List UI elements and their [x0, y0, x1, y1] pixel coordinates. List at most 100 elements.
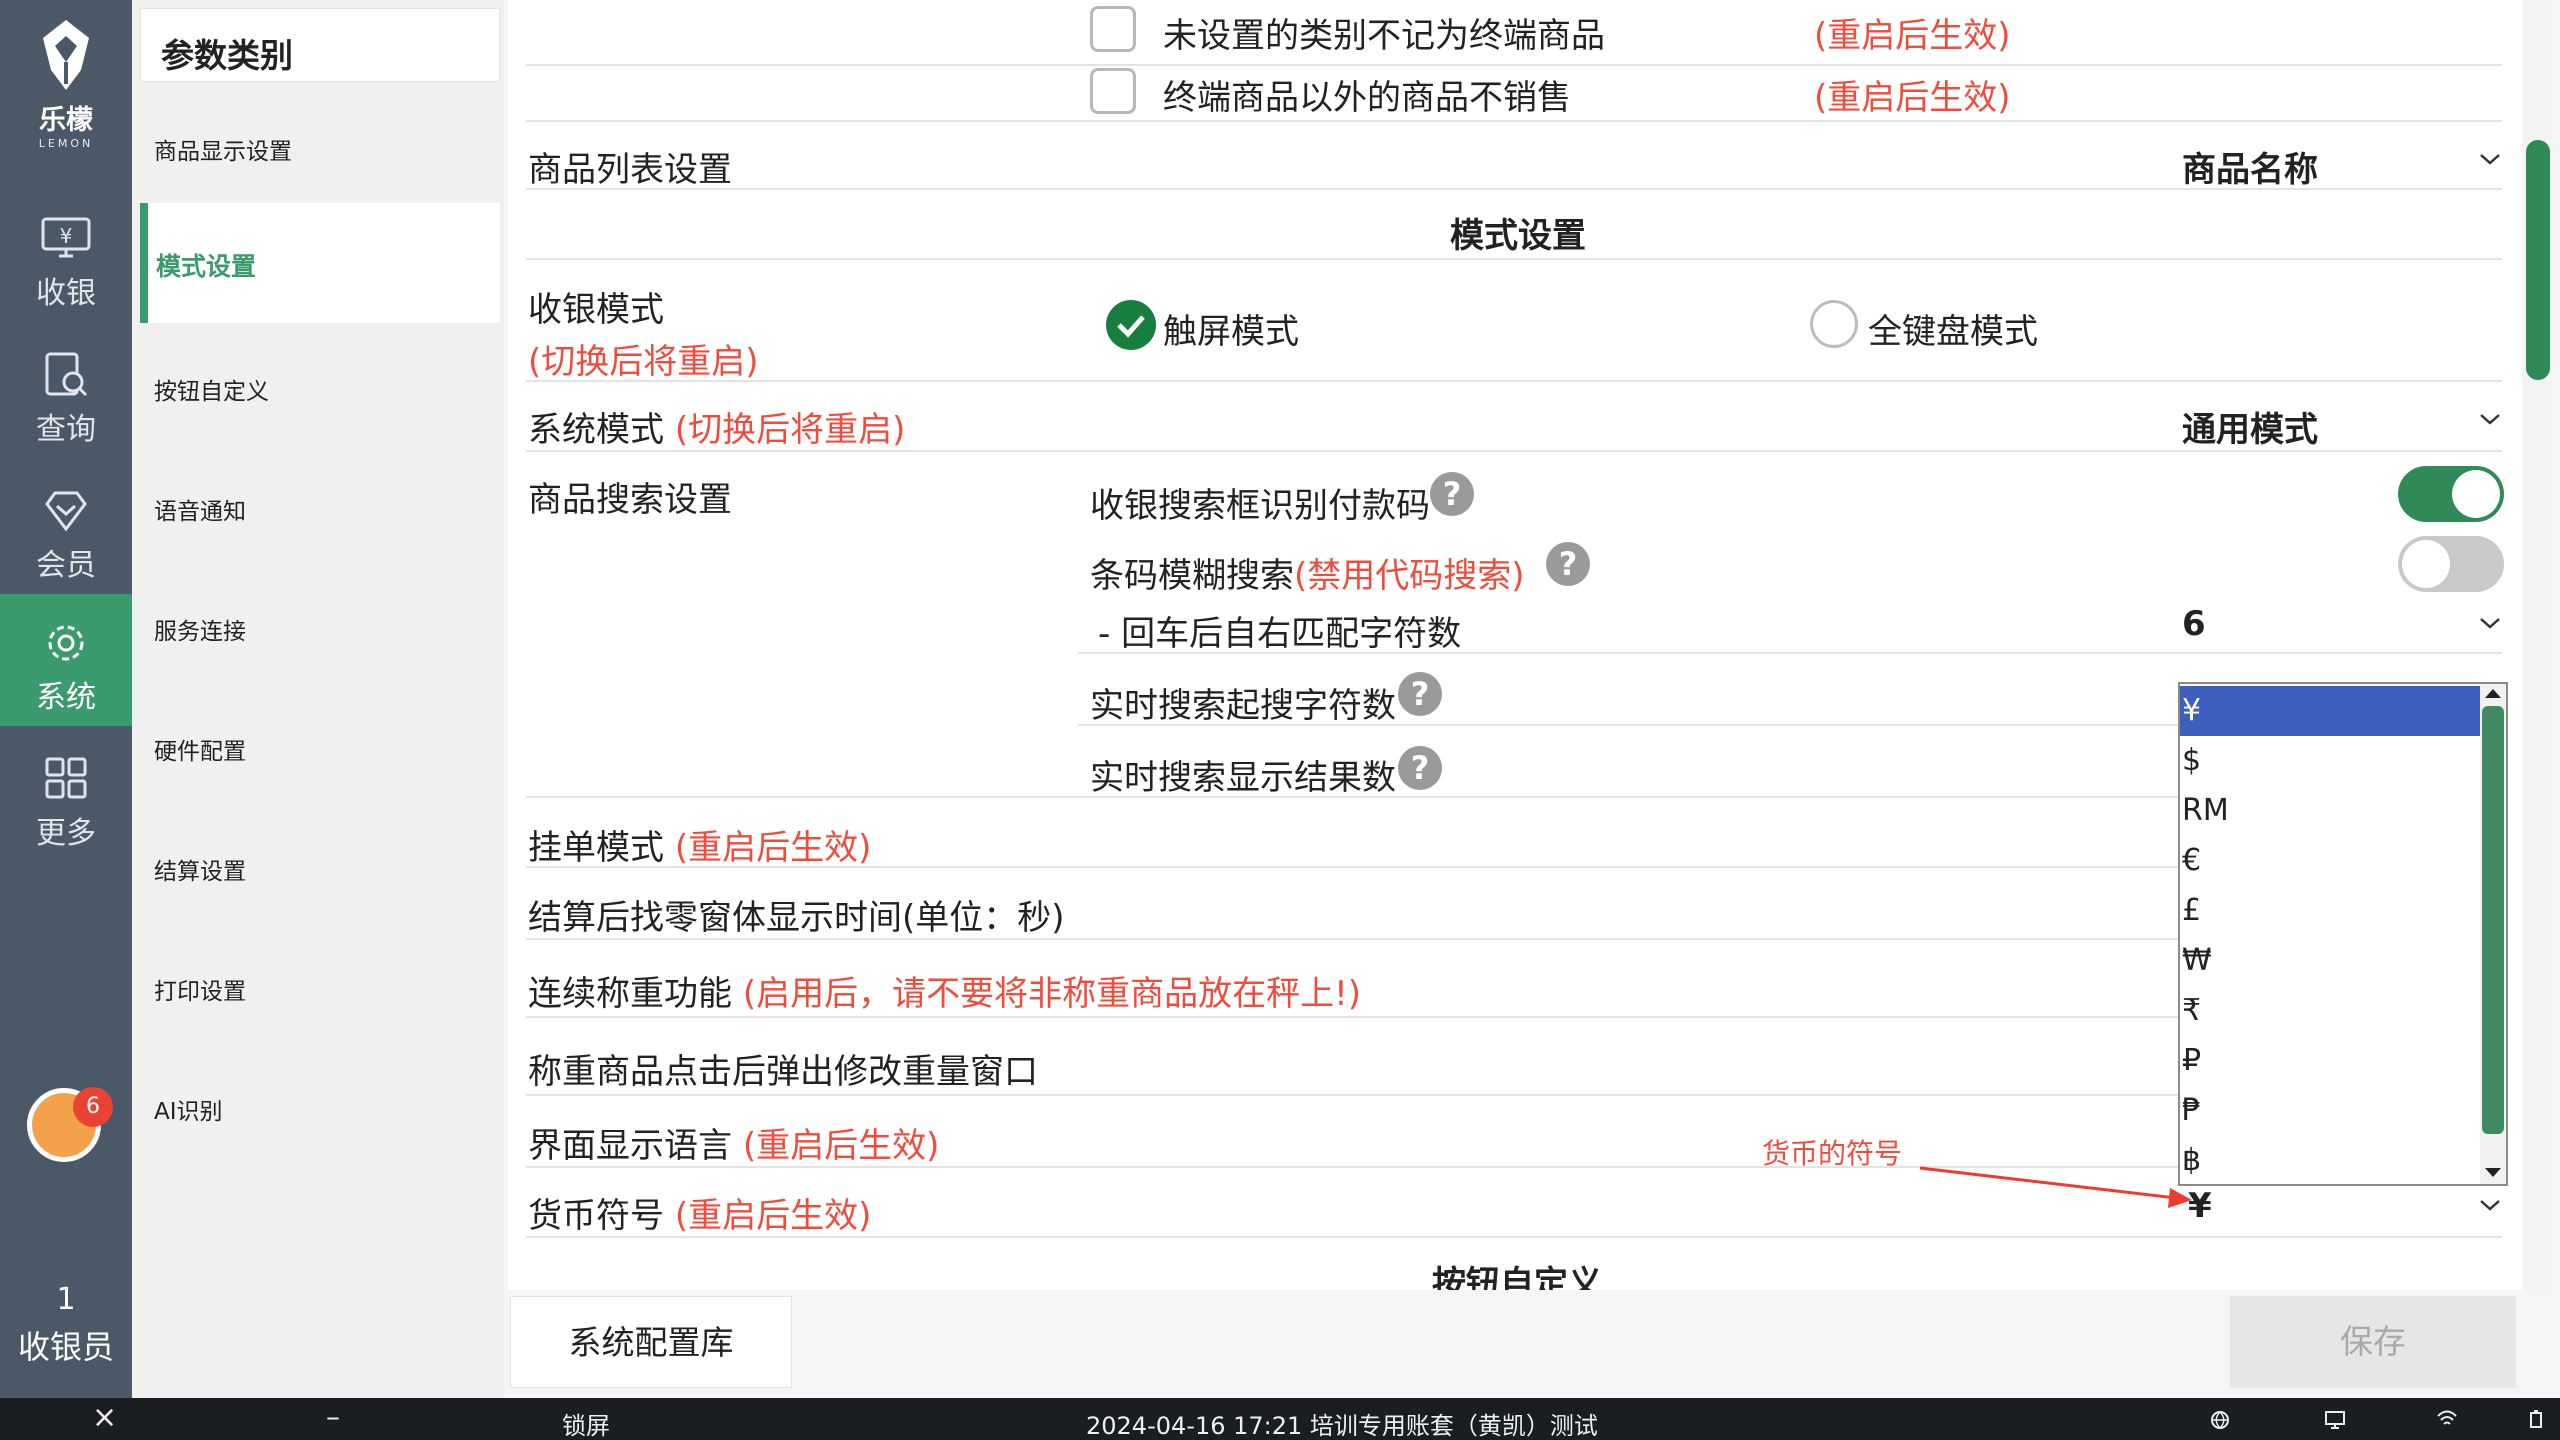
currency-annotation: 货币的符号 — [1762, 1137, 1903, 1170]
status-text: 2024-04-16 17:21 培训专用账套（黄凯）测试 — [1086, 1412, 1598, 1440]
chevron-down-icon[interactable] — [2476, 614, 2504, 632]
grid-icon — [45, 757, 87, 799]
search-settings-label: 商品搜索设置 — [528, 480, 732, 520]
currency-option[interactable]: € — [2180, 836, 2480, 886]
chevron-down-icon[interactable] — [2476, 1196, 2504, 1214]
category-item-buttons[interactable]: 按钮自定义 — [154, 372, 269, 406]
system-mode-select[interactable]: 通用模式 — [2182, 402, 2318, 451]
product-list-label: 商品列表设置 — [528, 150, 732, 190]
minimize-icon[interactable]: – — [326, 1400, 340, 1433]
enter-match-select[interactable]: 6 — [2182, 604, 2206, 644]
gear-icon — [48, 625, 84, 661]
currency-option[interactable]: ฿ — [2180, 1136, 2480, 1186]
nav-label: 更多 — [36, 816, 96, 851]
lock-screen-button[interactable]: 锁屏 — [562, 1406, 610, 1440]
scroll-down-icon[interactable] — [2483, 1166, 2503, 1180]
category-item-mode[interactable]: 模式设置 — [140, 203, 500, 323]
system-config-library-button[interactable]: 系统配置库 — [510, 1296, 792, 1388]
restart-note: (重启后生效) — [1814, 16, 2011, 56]
nav-label: 会员 — [36, 548, 96, 583]
enter-match-label: - 回车后自右匹配字符数 — [1098, 614, 1462, 654]
monitor-icon[interactable] — [2324, 1410, 2346, 1430]
cashier-icon: ¥ — [41, 217, 91, 258]
wifi-icon[interactable] — [2436, 1410, 2458, 1428]
realtime-start-label: 实时搜索起搜字符数 — [1090, 686, 1396, 726]
checkbox-no-sell[interactable] — [1090, 68, 1136, 114]
nav-item-more[interactable]: 更多 — [0, 730, 132, 862]
category-item-voice[interactable]: 语音通知 — [154, 492, 246, 526]
globe-icon[interactable] — [2210, 1410, 2230, 1430]
system-mode-text: 系统模式 — [528, 410, 664, 450]
lemon-logo-icon — [43, 20, 89, 90]
category-item-ai[interactable]: AI识别 — [154, 1092, 223, 1126]
system-mode-label: 系统模式 (切换后将重启) — [528, 402, 905, 451]
chevron-down-icon[interactable] — [2476, 410, 2504, 428]
brand-name-en: LEMON — [38, 137, 94, 150]
section-title-buttons: 按钮自定义 — [1432, 1264, 1602, 1290]
language-note: (重启后生效) — [742, 1126, 940, 1166]
nav-label: 系统 — [36, 680, 96, 715]
barcode-fuzzy-text: 条码模糊搜索 — [1090, 556, 1294, 596]
currency-option[interactable]: ¥ — [2180, 686, 2480, 736]
notification-badge: 6 — [73, 1087, 113, 1127]
help-icon[interactable]: ? — [1430, 472, 1474, 516]
currency-select[interactable]: ¥ — [2188, 1186, 2212, 1226]
currency-option[interactable]: ₹ — [2180, 986, 2480, 1036]
checkbox-unset-category[interactable] — [1090, 6, 1136, 52]
nav-item-query[interactable]: 查询 — [0, 326, 132, 458]
toggle-pay-code[interactable] — [2398, 466, 2504, 522]
help-icon[interactable]: ? — [1546, 542, 1590, 586]
keyboard-mode-label: 全键盘模式 — [1868, 312, 2038, 352]
left-nav: 乐檬 LEMON ¥ 收银 查询 会员 系统 更多 6 1 收银员 — [0, 0, 132, 1398]
restart-note: (重启后生效) — [1814, 78, 2011, 118]
scroll-up-icon[interactable] — [2483, 686, 2503, 700]
weigh-note: (启用后，请不要将非称重商品放在秤上!) — [742, 974, 1361, 1014]
category-item-checkout[interactable]: 结算设置 — [154, 852, 246, 886]
currency-text: 货币符号 — [528, 1196, 664, 1236]
currency-option[interactable]: ₽ — [2180, 1036, 2480, 1086]
close-icon[interactable]: × — [92, 1400, 117, 1435]
touch-mode-label: 触屏模式 — [1163, 312, 1299, 352]
save-button[interactable]: 保存 — [2230, 1296, 2516, 1388]
toggle-barcode-fuzzy[interactable] — [2398, 536, 2504, 592]
category-item-hardware[interactable]: 硬件配置 — [154, 732, 246, 766]
battery-icon[interactable] — [2530, 1410, 2542, 1428]
barcode-fuzzy-note: (禁用代码搜索) — [1294, 556, 1525, 596]
help-icon[interactable]: ? — [1398, 746, 1442, 790]
hold-mode-label: 挂单模式 (重启后生效) — [528, 820, 871, 869]
radio-touch-mode[interactable] — [1106, 300, 1156, 350]
checkbox-no-sell-label: 终端商品以外的商品不销售 — [1163, 78, 1571, 118]
product-list-select[interactable]: 商品名称 — [2182, 142, 2318, 191]
currency-dropdown-list[interactable]: ¥ $ RM € £ ₩ ₹ ₽ ₱ ฿ — [2178, 682, 2508, 1186]
category-item-print[interactable]: 打印设置 — [154, 972, 246, 1006]
category-item-display[interactable]: 商品显示设置 — [154, 132, 292, 166]
nav-item-member[interactable]: 会员 — [0, 462, 132, 594]
brand-name-cn: 乐檬 — [39, 105, 93, 136]
help-icon[interactable]: ? — [1398, 672, 1442, 716]
section-title-mode: 模式设置 — [1450, 216, 1586, 256]
cashier-label[interactable]: 收银员 — [0, 1322, 132, 1368]
nav-item-system[interactable]: 系统 — [0, 594, 132, 726]
dropdown-scrollbar[interactable] — [2480, 684, 2506, 1184]
system-mode-note: (切换后将重启) — [674, 410, 906, 450]
category-item-service[interactable]: 服务连接 — [154, 612, 246, 646]
currency-option[interactable]: £ — [2180, 886, 2480, 936]
cashier-mode-note: (切换后将重启) — [528, 342, 759, 382]
currency-option[interactable]: RM — [2180, 786, 2480, 836]
weigh-label: 连续称重功能 (启用后，请不要将非称重商品放在秤上!) — [528, 966, 1361, 1015]
hold-mode-note: (重启后生效) — [674, 828, 872, 868]
taskbar: × – 锁屏 2024-04-16 17:21 培训专用账套（黄凯）测试 — [0, 1398, 2560, 1440]
radio-keyboard-mode[interactable] — [1810, 300, 1858, 348]
check-icon — [1117, 315, 1145, 338]
annotation-arrow-icon — [1919, 1166, 2192, 1208]
currency-option[interactable]: ₩ — [2180, 936, 2480, 986]
currency-option[interactable]: ₱ — [2180, 1086, 2480, 1136]
chevron-down-icon[interactable] — [2476, 150, 2504, 168]
main-scrollbar[interactable] — [2524, 0, 2552, 1292]
hold-mode-text: 挂单模式 — [528, 828, 664, 868]
currency-option[interactable]: $ — [2180, 736, 2480, 786]
pay-code-label: 收银搜索框识别付款码 — [1090, 486, 1430, 526]
realtime-results-label: 实时搜索显示结果数 — [1090, 758, 1396, 798]
weigh-popup-label: 称重商品点击后弹出修改重量窗口 — [528, 1052, 1038, 1092]
nav-item-cashier[interactable]: ¥ 收银 — [0, 190, 132, 322]
